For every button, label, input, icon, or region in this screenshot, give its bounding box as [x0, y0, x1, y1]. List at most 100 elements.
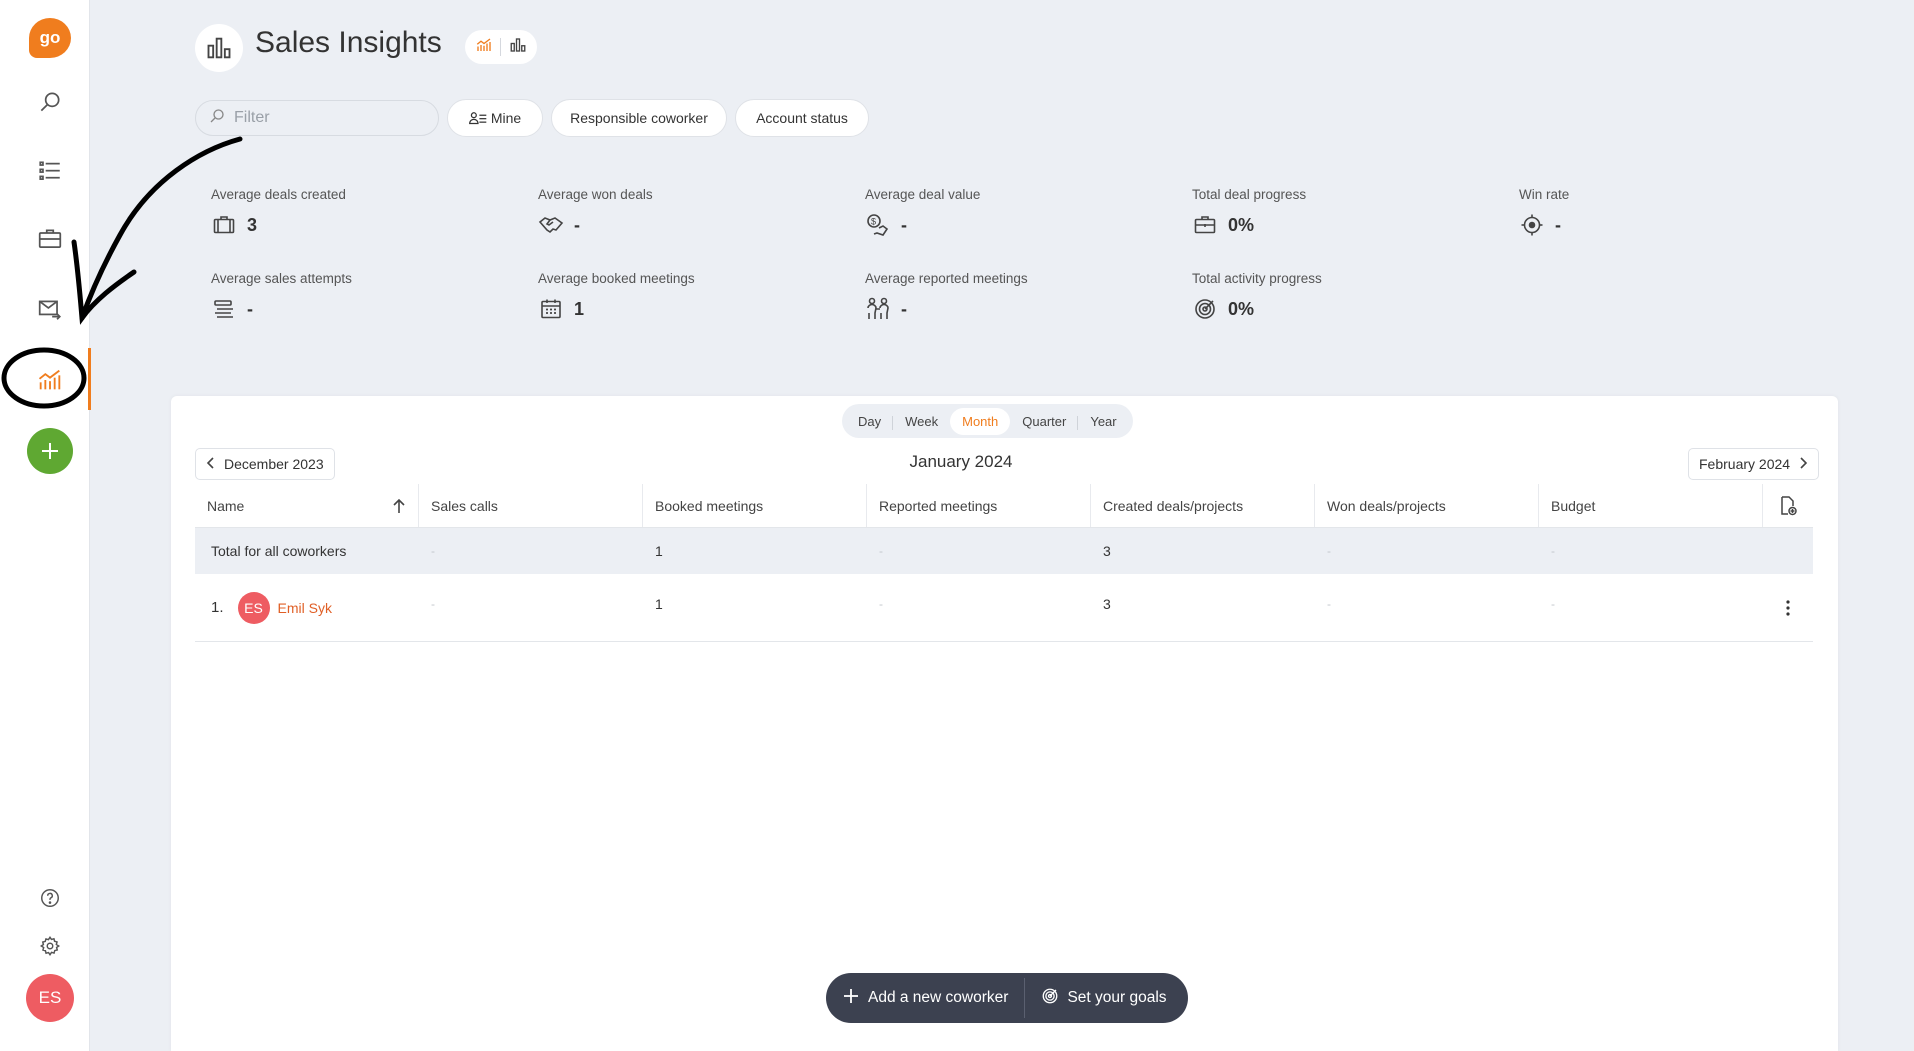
- responsible-coworker-chip[interactable]: Responsible coworker: [551, 99, 727, 137]
- view-toggle: [465, 30, 537, 64]
- column-header-created-deals[interactable]: Created deals/projects: [1091, 484, 1315, 527]
- mine-label: Mine: [490, 110, 522, 126]
- kpi-label: Average booked meetings: [538, 271, 695, 286]
- total-cell: -: [1327, 544, 1331, 558]
- total-label: Total for all coworkers: [211, 543, 347, 559]
- current-period: January 2024: [909, 452, 1013, 471]
- tab-week[interactable]: Week: [893, 408, 950, 435]
- user-avatar[interactable]: ES: [26, 974, 74, 1022]
- kpi-label: Average deal value: [865, 187, 981, 202]
- gear-icon[interactable]: [22, 918, 78, 974]
- page-title: Sales Insights: [255, 26, 442, 59]
- chart-icon[interactable]: [22, 352, 78, 408]
- kpi-value: 1: [574, 298, 585, 319]
- plus-icon[interactable]: [27, 428, 73, 474]
- table-row[interactable]: 1. ES Emil Syk - 1 - 3 - -: [195, 574, 1813, 642]
- search-icon[interactable]: [22, 74, 78, 130]
- kpi-label: Win rate: [1519, 187, 1570, 202]
- sidebar: go ES: [0, 0, 91, 1051]
- row-cell: -: [431, 596, 435, 611]
- row-cell: 3: [1103, 595, 1111, 612]
- total-cell: -: [1551, 544, 1555, 558]
- insights-panel: Day Week Month Quarter Year December 2023 Ja…: [171, 396, 1838, 1051]
- kpi-avg-sales-attempts: Average sales attempts -: [211, 271, 511, 322]
- column-label: Won deals/projects: [1327, 497, 1446, 514]
- responsible-coworker-label: Responsible coworker: [570, 110, 708, 126]
- column-label: Created deals/projects: [1103, 497, 1244, 514]
- kpi-label: Average reported meetings: [865, 271, 1028, 286]
- target-icon: [1192, 296, 1218, 322]
- kpi-label: Average deals created: [211, 187, 346, 202]
- kpi-value: -: [901, 298, 907, 319]
- tab-day[interactable]: Day: [846, 408, 894, 435]
- kpi-total-deal-progress: Total deal progress 0%: [1192, 187, 1492, 238]
- table-header: Name Sales calls Booked meetings Reporte…: [195, 484, 1813, 528]
- more-vertical-icon[interactable]: [1763, 599, 1813, 617]
- previous-period-button[interactable]: December 2023: [195, 448, 335, 480]
- column-header-reported-meetings[interactable]: Reported meetings: [867, 484, 1091, 527]
- svg-text:$: $: [871, 217, 876, 227]
- next-period-button[interactable]: February 2024: [1688, 448, 1820, 480]
- search-icon: [208, 107, 226, 130]
- total-cell: -: [431, 544, 435, 558]
- coworker-avatar: ES: [237, 591, 270, 624]
- tab-year[interactable]: Year: [1078, 408, 1128, 435]
- export-file-icon[interactable]: [1763, 484, 1813, 527]
- column-header-won-deals[interactable]: Won deals/projects: [1315, 484, 1539, 527]
- account-status-label: Account status: [756, 110, 848, 126]
- kpi-value: 3: [247, 214, 258, 235]
- app-logo[interactable]: go: [29, 18, 71, 58]
- kpi-avg-reported-meetings: Average reported meetings -: [865, 271, 1165, 322]
- crosshair-icon: [1519, 212, 1545, 238]
- next-period-label: February 2024: [1699, 456, 1791, 472]
- kpi-win-rate: Win rate -: [1519, 187, 1819, 238]
- filter-input[interactable]: [234, 109, 424, 127]
- kpi-value: -: [574, 214, 580, 235]
- column-header-booked-meetings[interactable]: Booked meetings: [643, 484, 867, 527]
- mail-forward-icon[interactable]: [22, 281, 78, 337]
- column-label: Name: [207, 497, 245, 514]
- column-header-sales-calls[interactable]: Sales calls: [419, 484, 643, 527]
- kpi-value: 0%: [1228, 298, 1255, 319]
- stack-icon: [211, 296, 237, 322]
- row-cell: -: [879, 596, 883, 611]
- plus-icon: [842, 987, 860, 1010]
- column-header-budget[interactable]: Budget: [1539, 484, 1763, 527]
- trend-chart-icon[interactable]: [475, 36, 493, 59]
- add-coworker-button[interactable]: Add a new coworker: [826, 973, 1024, 1023]
- column-label: Reported meetings: [879, 497, 998, 514]
- tab-quarter[interactable]: Quarter: [1010, 408, 1079, 435]
- total-cell: 1: [655, 543, 663, 559]
- chevron-left-icon: [206, 456, 216, 473]
- briefcase-icon: [1192, 212, 1218, 238]
- bar-chart-icon: [195, 24, 243, 72]
- active-indicator: [88, 348, 91, 410]
- total-cell: -: [879, 544, 883, 558]
- kpi-value: 0%: [1228, 214, 1255, 235]
- set-goals-label: Set your goals: [1067, 989, 1167, 1006]
- tab-month[interactable]: Month: [950, 407, 1011, 435]
- insights-table: Name Sales calls Booked meetings Reporte…: [195, 484, 1813, 642]
- kpi-label: Average won deals: [538, 187, 653, 202]
- coworker-cell: 1. ES Emil Syk: [195, 591, 419, 624]
- row-cell: -: [1551, 596, 1555, 611]
- column-label: Budget: [1551, 497, 1596, 514]
- column-header-name[interactable]: Name: [195, 484, 419, 527]
- kpi-value: -: [1555, 214, 1561, 235]
- kpi-label: Total deal progress: [1192, 187, 1307, 202]
- kpi-avg-deals-created: Average deals created 3: [211, 187, 511, 238]
- coworker-name-link[interactable]: Emil Syk: [278, 600, 332, 616]
- kpi-label: Average sales attempts: [211, 271, 352, 286]
- filter-field[interactable]: [195, 100, 439, 136]
- account-status-chip[interactable]: Account status: [735, 99, 869, 137]
- mine-chip[interactable]: Mine: [447, 99, 543, 137]
- set-goals-button[interactable]: Set your goals: [1025, 973, 1182, 1023]
- column-label: Sales calls: [431, 497, 498, 514]
- briefcase-icon[interactable]: [22, 211, 78, 267]
- kpi-avg-deal-value: Average deal value $ -: [865, 187, 1165, 238]
- kpi-avg-booked-meetings: Average booked meetings 1: [538, 271, 838, 322]
- bar-chart-icon[interactable]: [509, 36, 527, 59]
- period-tabs: Day Week Month Quarter Year: [842, 404, 1133, 438]
- list-icon[interactable]: [22, 143, 78, 199]
- sort-arrow-up-icon[interactable]: [392, 498, 406, 517]
